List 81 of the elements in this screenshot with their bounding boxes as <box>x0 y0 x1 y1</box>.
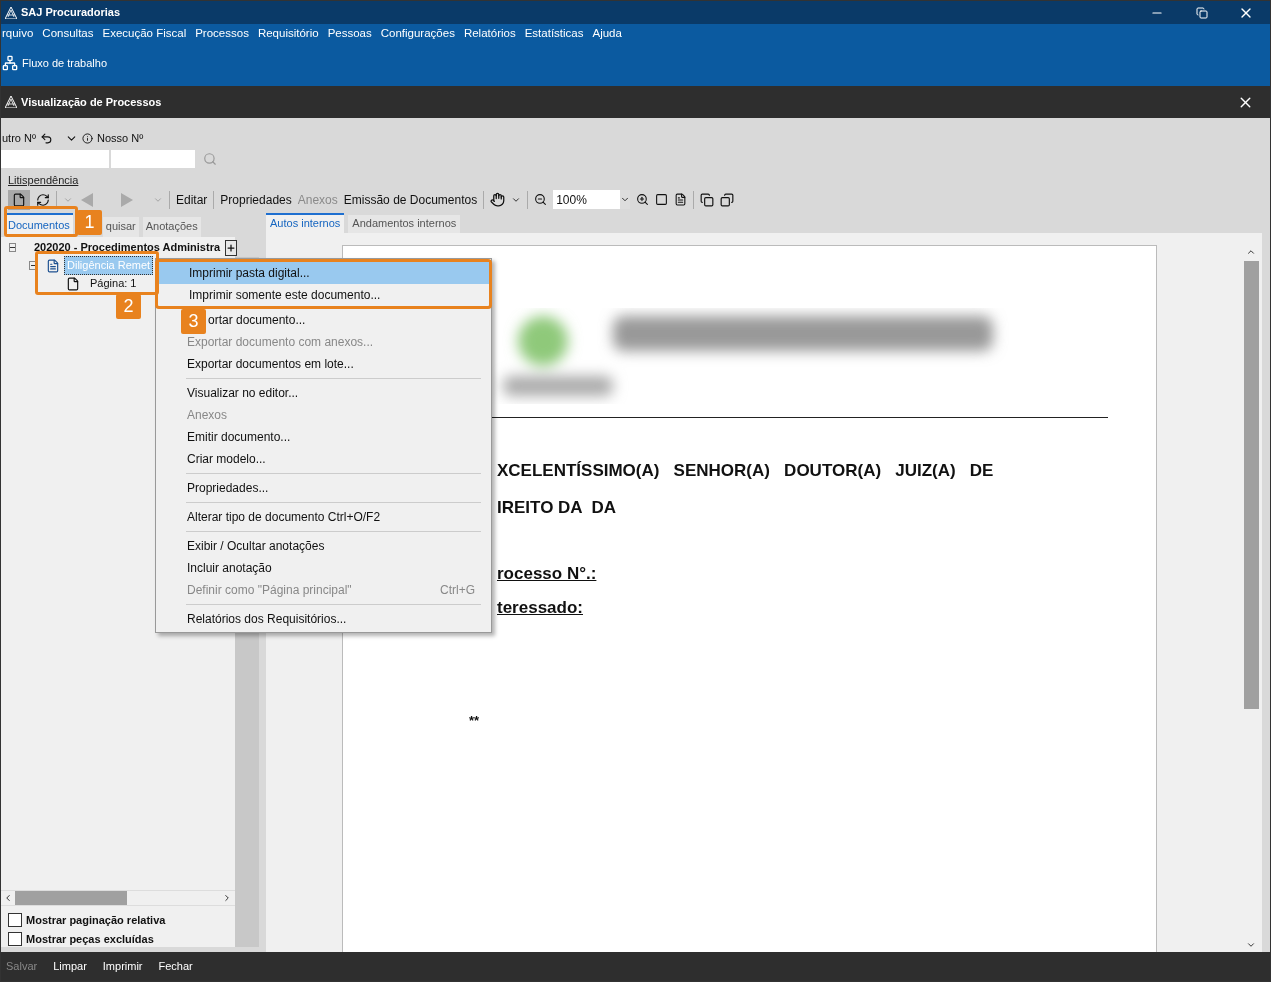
hand-icon[interactable] <box>490 192 506 207</box>
add-button[interactable] <box>225 239 238 256</box>
horizontal-scrollbar[interactable] <box>1 890 235 906</box>
menu-item[interactable]: Imprimir pasta digital... <box>159 262 489 284</box>
input-field[interactable] <box>1 150 109 168</box>
restore-icon[interactable] <box>1196 6 1208 19</box>
page-icon <box>66 276 80 291</box>
checkbox[interactable] <box>8 931 22 946</box>
menu-item[interactable]: ortar documento... <box>206 309 491 331</box>
menu-item[interactable]: Configurações <box>380 25 455 43</box>
workflow-link[interactable]: Fluxo de trabalho <box>22 54 107 72</box>
zoom-in-icon[interactable] <box>636 193 650 206</box>
document-icon <box>12 192 26 207</box>
checkbox-label: Mostrar peças excluídas <box>26 931 154 947</box>
tree-item[interactable]: 202020 - Procedimentos Administra <box>32 239 223 256</box>
menu-item[interactable]: Relatórios <box>463 25 516 43</box>
zoom-field[interactable]: 100% <box>553 190 631 209</box>
menu-item[interactable]: Requisitório <box>257 25 319 43</box>
document-text: ** <box>469 711 480 730</box>
footer-button[interactable]: Imprimir <box>102 958 143 975</box>
export-icon[interactable] <box>700 192 715 207</box>
menu-item[interactable]: Ajuda <box>592 25 622 43</box>
menu-item[interactable]: Exportar documentos em lote... <box>157 353 491 375</box>
tab[interactable]: Autos internos <box>266 212 345 233</box>
menu-item[interactable]: Criar modelo... <box>157 448 491 470</box>
scroll-down-icon[interactable] <box>1246 940 1256 950</box>
window-title: SAJ Procuradorias <box>21 5 121 21</box>
tab[interactable]: Anotações <box>142 216 201 237</box>
refresh-icon[interactable] <box>36 192 50 207</box>
menu-item[interactable]: Incluir anotação <box>157 557 491 579</box>
field-label: Nosso Nº <box>97 130 144 146</box>
litispendencia-link[interactable]: Litispendência <box>8 172 79 189</box>
menu-item[interactable]: Visualizar no editor... <box>157 382 491 404</box>
checkbox-label: Mostrar paginação relativa <box>26 913 166 928</box>
info-icon[interactable] <box>82 132 93 144</box>
checkbox[interactable] <box>8 913 22 928</box>
step-badge: 1 <box>77 210 102 235</box>
field-label: utro Nº <box>2 130 36 146</box>
menu-item[interactable]: Emitir documento... <box>157 426 491 448</box>
document-text: IREITO DA DA <box>497 497 616 519</box>
fit-page-icon[interactable] <box>674 193 688 206</box>
panel-logo-icon <box>5 96 17 108</box>
document-icon <box>46 258 60 273</box>
toolbar-button[interactable]: Editar <box>176 190 208 209</box>
workflow-icon[interactable] <box>2 55 18 71</box>
menu-item[interactable]: Execução Fiscal <box>102 25 187 43</box>
input-field[interactable] <box>111 150 195 168</box>
expander-icon[interactable] <box>29 261 38 270</box>
menu-item[interactable]: Propriedades... <box>157 477 491 499</box>
menu-item[interactable]: Alterar tipo de documento Ctrl+O/F2 <box>157 506 491 528</box>
tree-item[interactable]: Página: 1 <box>88 275 139 292</box>
import-icon[interactable] <box>720 192 735 207</box>
menu-item[interactable]: rquivo <box>2 25 34 43</box>
footer-button[interactable]: Fechar <box>158 958 193 975</box>
step-badge: 2 <box>116 294 141 319</box>
app-logo-icon <box>5 6 17 19</box>
expander-icon[interactable] <box>9 243 16 252</box>
document-text: XCELENTÍSSIMO(A) SENHOR(A) DOUTOR(A) JUIZ(A) DE <box>497 459 994 482</box>
scroll-right-icon[interactable] <box>222 893 232 903</box>
fit-width-icon[interactable] <box>655 193 669 206</box>
menu-item[interactable]: Exibir / Ocultar anotações <box>157 535 491 557</box>
document-text: rocesso N°.: <box>497 562 597 585</box>
undo-icon[interactable] <box>40 131 53 145</box>
menu-item[interactable]: Imprimir somente este documento... <box>159 284 489 306</box>
tab[interactable]: quisar <box>102 216 139 237</box>
menu-item[interactable]: Estatísticas <box>524 25 584 43</box>
footer-button[interactable]: Limpar <box>53 958 87 975</box>
menu-item[interactable]: Pessoas <box>327 25 372 43</box>
scroll-left-icon[interactable] <box>3 893 13 903</box>
toolbar-button[interactable]: Emissão de Documentos <box>343 190 478 209</box>
menu-item[interactable]: Processos <box>195 25 249 43</box>
menu-item[interactable]: Relatórios dos Requisitórios... <box>157 608 491 630</box>
zoom-out-icon[interactable] <box>534 193 548 206</box>
tab[interactable]: Andamentos internos <box>348 214 461 233</box>
toolbar-button[interactable]: Propriedades <box>220 190 292 209</box>
document-text: teressado: <box>497 597 583 619</box>
panel-title: Visualização de Processos <box>21 94 162 110</box>
step-badge: 3 <box>181 309 206 334</box>
dropdown-icon[interactable] <box>620 190 631 209</box>
menu-item[interactable]: Consultas <box>42 25 94 43</box>
document-view-button[interactable] <box>8 189 30 210</box>
